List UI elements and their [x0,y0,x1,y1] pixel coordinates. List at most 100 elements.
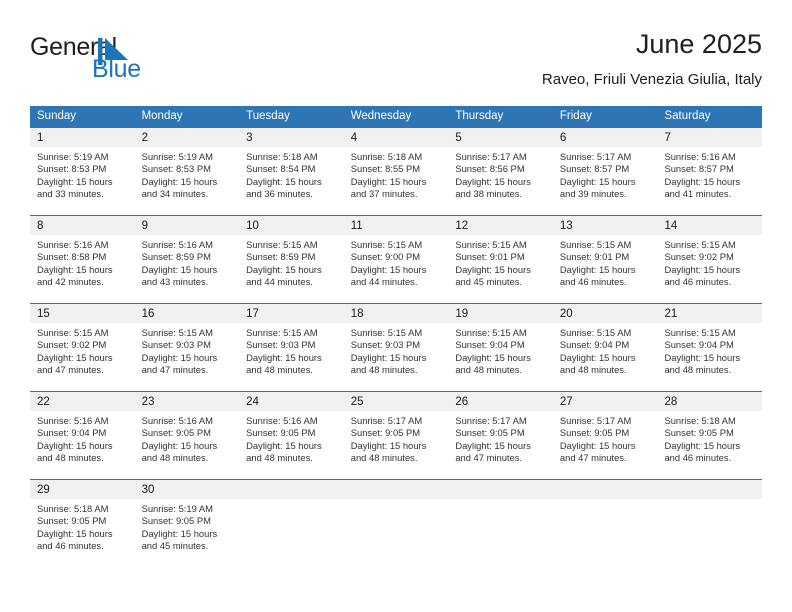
day-number: 30 [141,484,155,496]
weekday-header-row: Sunday Monday Tuesday Wednesday Thursday… [30,106,762,127]
day-number-bar: 4 [343,128,449,147]
day-cell[interactable]: 20 Sunrise: 5:15 AM Sunset: 9:04 PM Dayl… [552,304,658,391]
day-cell[interactable]: 29 Sunrise: 5:18 AM Sunset: 9:05 PM Dayl… [30,480,135,567]
day-cell[interactable]: 7 Sunrise: 5:16 AM Sunset: 8:57 PM Dayli… [657,128,763,215]
day-number: 5 [455,132,462,144]
day-cell[interactable]: 2 Sunrise: 5:19 AM Sunset: 8:53 PM Dayli… [134,128,240,215]
day-cell[interactable]: 22 Sunrise: 5:16 AM Sunset: 9:04 PM Dayl… [30,392,135,479]
sunset-text: Sunset: 9:05 PM [455,427,525,439]
day-details: Sunrise: 5:15 AM Sunset: 9:03 PM Dayligh… [344,323,449,377]
day-cell[interactable]: 30 Sunrise: 5:19 AM Sunset: 9:05 PM Dayl… [134,480,240,567]
day-cell[interactable]: 10 Sunrise: 5:15 AM Sunset: 8:59 PM Dayl… [239,216,344,303]
daylight-text-line2: and 33 minutes. [37,188,104,200]
sunrise-text: Sunrise: 5:15 AM [246,327,318,338]
day-number [553,484,560,496]
day-cell[interactable]: 17 Sunrise: 5:15 AM Sunset: 9:03 PM Dayl… [239,304,344,391]
sunrise-text: Sunrise: 5:15 AM [559,239,632,250]
day-cell[interactable]: 8 Sunrise: 5:16 AM Sunset: 8:58 PM Dayli… [30,216,135,303]
page-header: General Blue June 2025 Raveo, Friuli Ven… [0,0,792,100]
weekday-header-friday: Friday [559,110,592,122]
week-row: 15 Sunrise: 5:15 AM Sunset: 9:02 PM Dayl… [30,303,763,391]
daylight-text-line2: and 44 minutes. [246,276,313,288]
sunrise-text: Sunrise: 5:15 AM [37,327,109,338]
day-number: 16 [141,308,155,320]
day-cell[interactable]: 14 Sunrise: 5:15 AM Sunset: 9:02 PM Dayl… [657,216,763,303]
day-details [448,499,553,503]
daylight-text-line1: Daylight: 15 hours [141,439,218,451]
sunset-text: Sunset: 8:57 PM [559,163,630,175]
day-cell[interactable]: 25 Sunrise: 5:17 AM Sunset: 9:05 PM Dayl… [343,392,449,479]
day-cell[interactable]: 18 Sunrise: 5:15 AM Sunset: 9:03 PM Dayl… [343,304,449,391]
day-cell[interactable]: 19 Sunrise: 5:15 AM Sunset: 9:04 PM Dayl… [448,304,553,391]
day-cell[interactable]: 21 Sunrise: 5:15 AM Sunset: 9:04 PM Dayl… [657,304,763,391]
day-number-bar [657,480,763,499]
weekday-header-wednesday: Wednesday [350,110,412,122]
day-details: Sunrise: 5:16 AM Sunset: 9:05 PM Dayligh… [135,411,240,465]
day-number: 29 [37,484,50,496]
day-number-bar [343,480,449,499]
day-details: Sunrise: 5:17 AM Sunset: 9:05 PM Dayligh… [553,411,658,465]
day-number: 6 [559,132,567,144]
sunrise-text: Sunrise: 5:16 AM [37,239,109,250]
title-block: June 2025 Raveo, Friuli Venezia Giulia, … [542,28,762,90]
day-details: Sunrise: 5:16 AM Sunset: 9:05 PM Dayligh… [239,411,344,465]
daylight-text-line2: and 46 minutes. [664,276,732,288]
daylight-text-line1: Daylight: 15 hours [664,263,741,275]
day-cell[interactable]: 28 Sunrise: 5:18 AM Sunset: 9:05 PM Dayl… [657,392,763,479]
general-blue-logo[interactable]: General Blue [30,33,160,83]
daylight-text-line2: and 45 minutes. [141,540,209,552]
daylight-text-line1: Daylight: 15 hours [350,175,427,187]
day-cell[interactable]: 1 Sunrise: 5:19 AM Sunset: 8:53 PM Dayli… [30,128,135,215]
day-number: 15 [37,308,50,320]
day-number-bar: 1 [30,128,135,147]
sunset-text: Sunset: 9:05 PM [246,427,316,439]
day-cell[interactable]: 15 Sunrise: 5:15 AM Sunset: 9:02 PM Dayl… [30,304,135,391]
daylight-text-line2: and 47 minutes. [559,452,627,464]
daylight-text-line1: Daylight: 15 hours [350,263,427,275]
daylight-text-line2: and 47 minutes. [141,364,209,376]
sunset-text: Sunset: 9:03 PM [350,339,421,351]
sunrise-text: Sunrise: 5:15 AM [664,327,736,338]
day-number: 22 [37,396,50,408]
day-cell[interactable]: 24 Sunrise: 5:16 AM Sunset: 9:05 PM Dayl… [239,392,344,479]
weekday-header-sunday: Sunday [37,110,77,122]
day-cell[interactable]: 23 Sunrise: 5:16 AM Sunset: 9:05 PM Dayl… [134,392,240,479]
day-cell-empty [552,480,658,567]
day-cell[interactable]: 26 Sunrise: 5:17 AM Sunset: 9:05 PM Dayl… [448,392,553,479]
day-number-bar: 7 [657,128,763,147]
daylight-text-line2: and 38 minutes. [455,188,523,200]
day-number: 23 [141,396,155,408]
day-cell-empty [239,480,344,567]
day-number-bar: 6 [552,128,658,147]
day-cell[interactable]: 4 Sunrise: 5:18 AM Sunset: 8:55 PM Dayli… [343,128,449,215]
day-number-bar: 28 [657,392,763,411]
daylight-text-line2: and 41 minutes. [664,188,732,200]
day-details: Sunrise: 5:17 AM Sunset: 8:56 PM Dayligh… [448,147,553,201]
day-cell[interactable]: 12 Sunrise: 5:15 AM Sunset: 9:01 PM Dayl… [448,216,553,303]
daylight-text-line2: and 43 minutes. [141,276,209,288]
daylight-text-line1: Daylight: 15 hours [664,439,741,451]
daylight-text-line1: Daylight: 15 hours [455,351,531,363]
day-details: Sunrise: 5:15 AM Sunset: 9:04 PM Dayligh… [657,323,762,377]
day-cell[interactable]: 13 Sunrise: 5:15 AM Sunset: 9:01 PM Dayl… [552,216,658,303]
day-number: 17 [246,308,259,320]
sunset-text: Sunset: 9:05 PM [37,515,107,527]
day-details: Sunrise: 5:19 AM Sunset: 9:05 PM Dayligh… [135,499,240,553]
sunrise-text: Sunrise: 5:16 AM [37,415,109,426]
day-cell[interactable]: 9 Sunrise: 5:16 AM Sunset: 8:59 PM Dayli… [134,216,240,303]
day-details: Sunrise: 5:18 AM Sunset: 8:55 PM Dayligh… [344,147,449,201]
day-cell[interactable]: 5 Sunrise: 5:17 AM Sunset: 8:56 PM Dayli… [448,128,553,215]
sunrise-text: Sunrise: 5:15 AM [246,239,318,250]
day-cell[interactable]: 27 Sunrise: 5:17 AM Sunset: 9:05 PM Dayl… [552,392,658,479]
day-number-bar: 9 [134,216,240,235]
day-cell[interactable]: 16 Sunrise: 5:15 AM Sunset: 9:03 PM Dayl… [134,304,240,391]
sunset-text: Sunset: 9:05 PM [559,427,630,439]
daylight-text-line1: Daylight: 15 hours [350,351,427,363]
day-cell[interactable]: 11 Sunrise: 5:15 AM Sunset: 9:00 PM Dayl… [343,216,449,303]
sunset-text: Sunset: 8:57 PM [664,163,734,175]
day-details [344,499,449,503]
day-cell[interactable]: 3 Sunrise: 5:18 AM Sunset: 8:54 PM Dayli… [239,128,344,215]
day-cell[interactable]: 6 Sunrise: 5:17 AM Sunset: 8:57 PM Dayli… [552,128,658,215]
day-details [553,499,658,503]
sunrise-text: Sunrise: 5:15 AM [455,239,527,250]
